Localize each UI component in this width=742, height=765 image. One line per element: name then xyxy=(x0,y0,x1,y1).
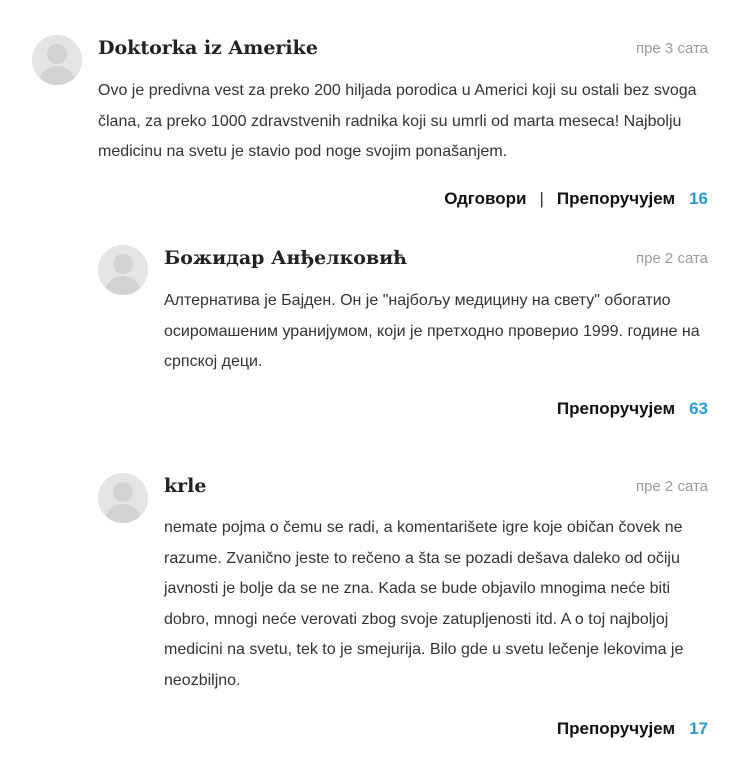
comment-author[interactable]: Божидар Анђелковић xyxy=(164,247,407,269)
comment-text: nemate pojma o čemu se radi, a komentari… xyxy=(164,519,684,689)
comment-timestamp: пре 2 сата xyxy=(635,478,708,495)
avatar xyxy=(98,245,148,295)
comment-actions: Препоручујем 63 xyxy=(557,399,708,419)
avatar xyxy=(32,35,82,85)
recommend-button[interactable]: Препоручујем xyxy=(557,189,675,209)
comment-timestamp: пре 2 сата xyxy=(635,250,708,267)
recommend-button[interactable]: Препоручујем xyxy=(557,719,675,739)
avatar xyxy=(98,473,148,523)
actions-separator: | xyxy=(539,189,544,208)
comment-actions: Препоручујем 17 xyxy=(557,719,708,739)
user-placeholder-icon xyxy=(98,245,148,295)
recommend-count: 63 xyxy=(689,399,708,418)
user-placeholder-icon xyxy=(98,473,148,523)
recommend-count: 17 xyxy=(689,719,708,738)
comment-timestamp: пре 3 сата xyxy=(635,40,708,57)
reply-button[interactable]: Одговори xyxy=(444,189,526,209)
comment-text: Алтернатива је Бајден. Он је "најбољу ме… xyxy=(164,292,700,370)
comment-author[interactable]: krle xyxy=(164,475,206,497)
comment-actions: Одговори | Препоручујем 16 xyxy=(444,189,708,209)
recommend-button[interactable]: Препоручујем xyxy=(557,399,675,419)
comment-text: Ovo je predivna vest za preko 200 hiljad… xyxy=(98,82,697,160)
comment-author[interactable]: Doktorka iz Amerike xyxy=(98,37,318,59)
recommend-count: 16 xyxy=(689,189,708,208)
user-placeholder-icon xyxy=(32,35,82,85)
